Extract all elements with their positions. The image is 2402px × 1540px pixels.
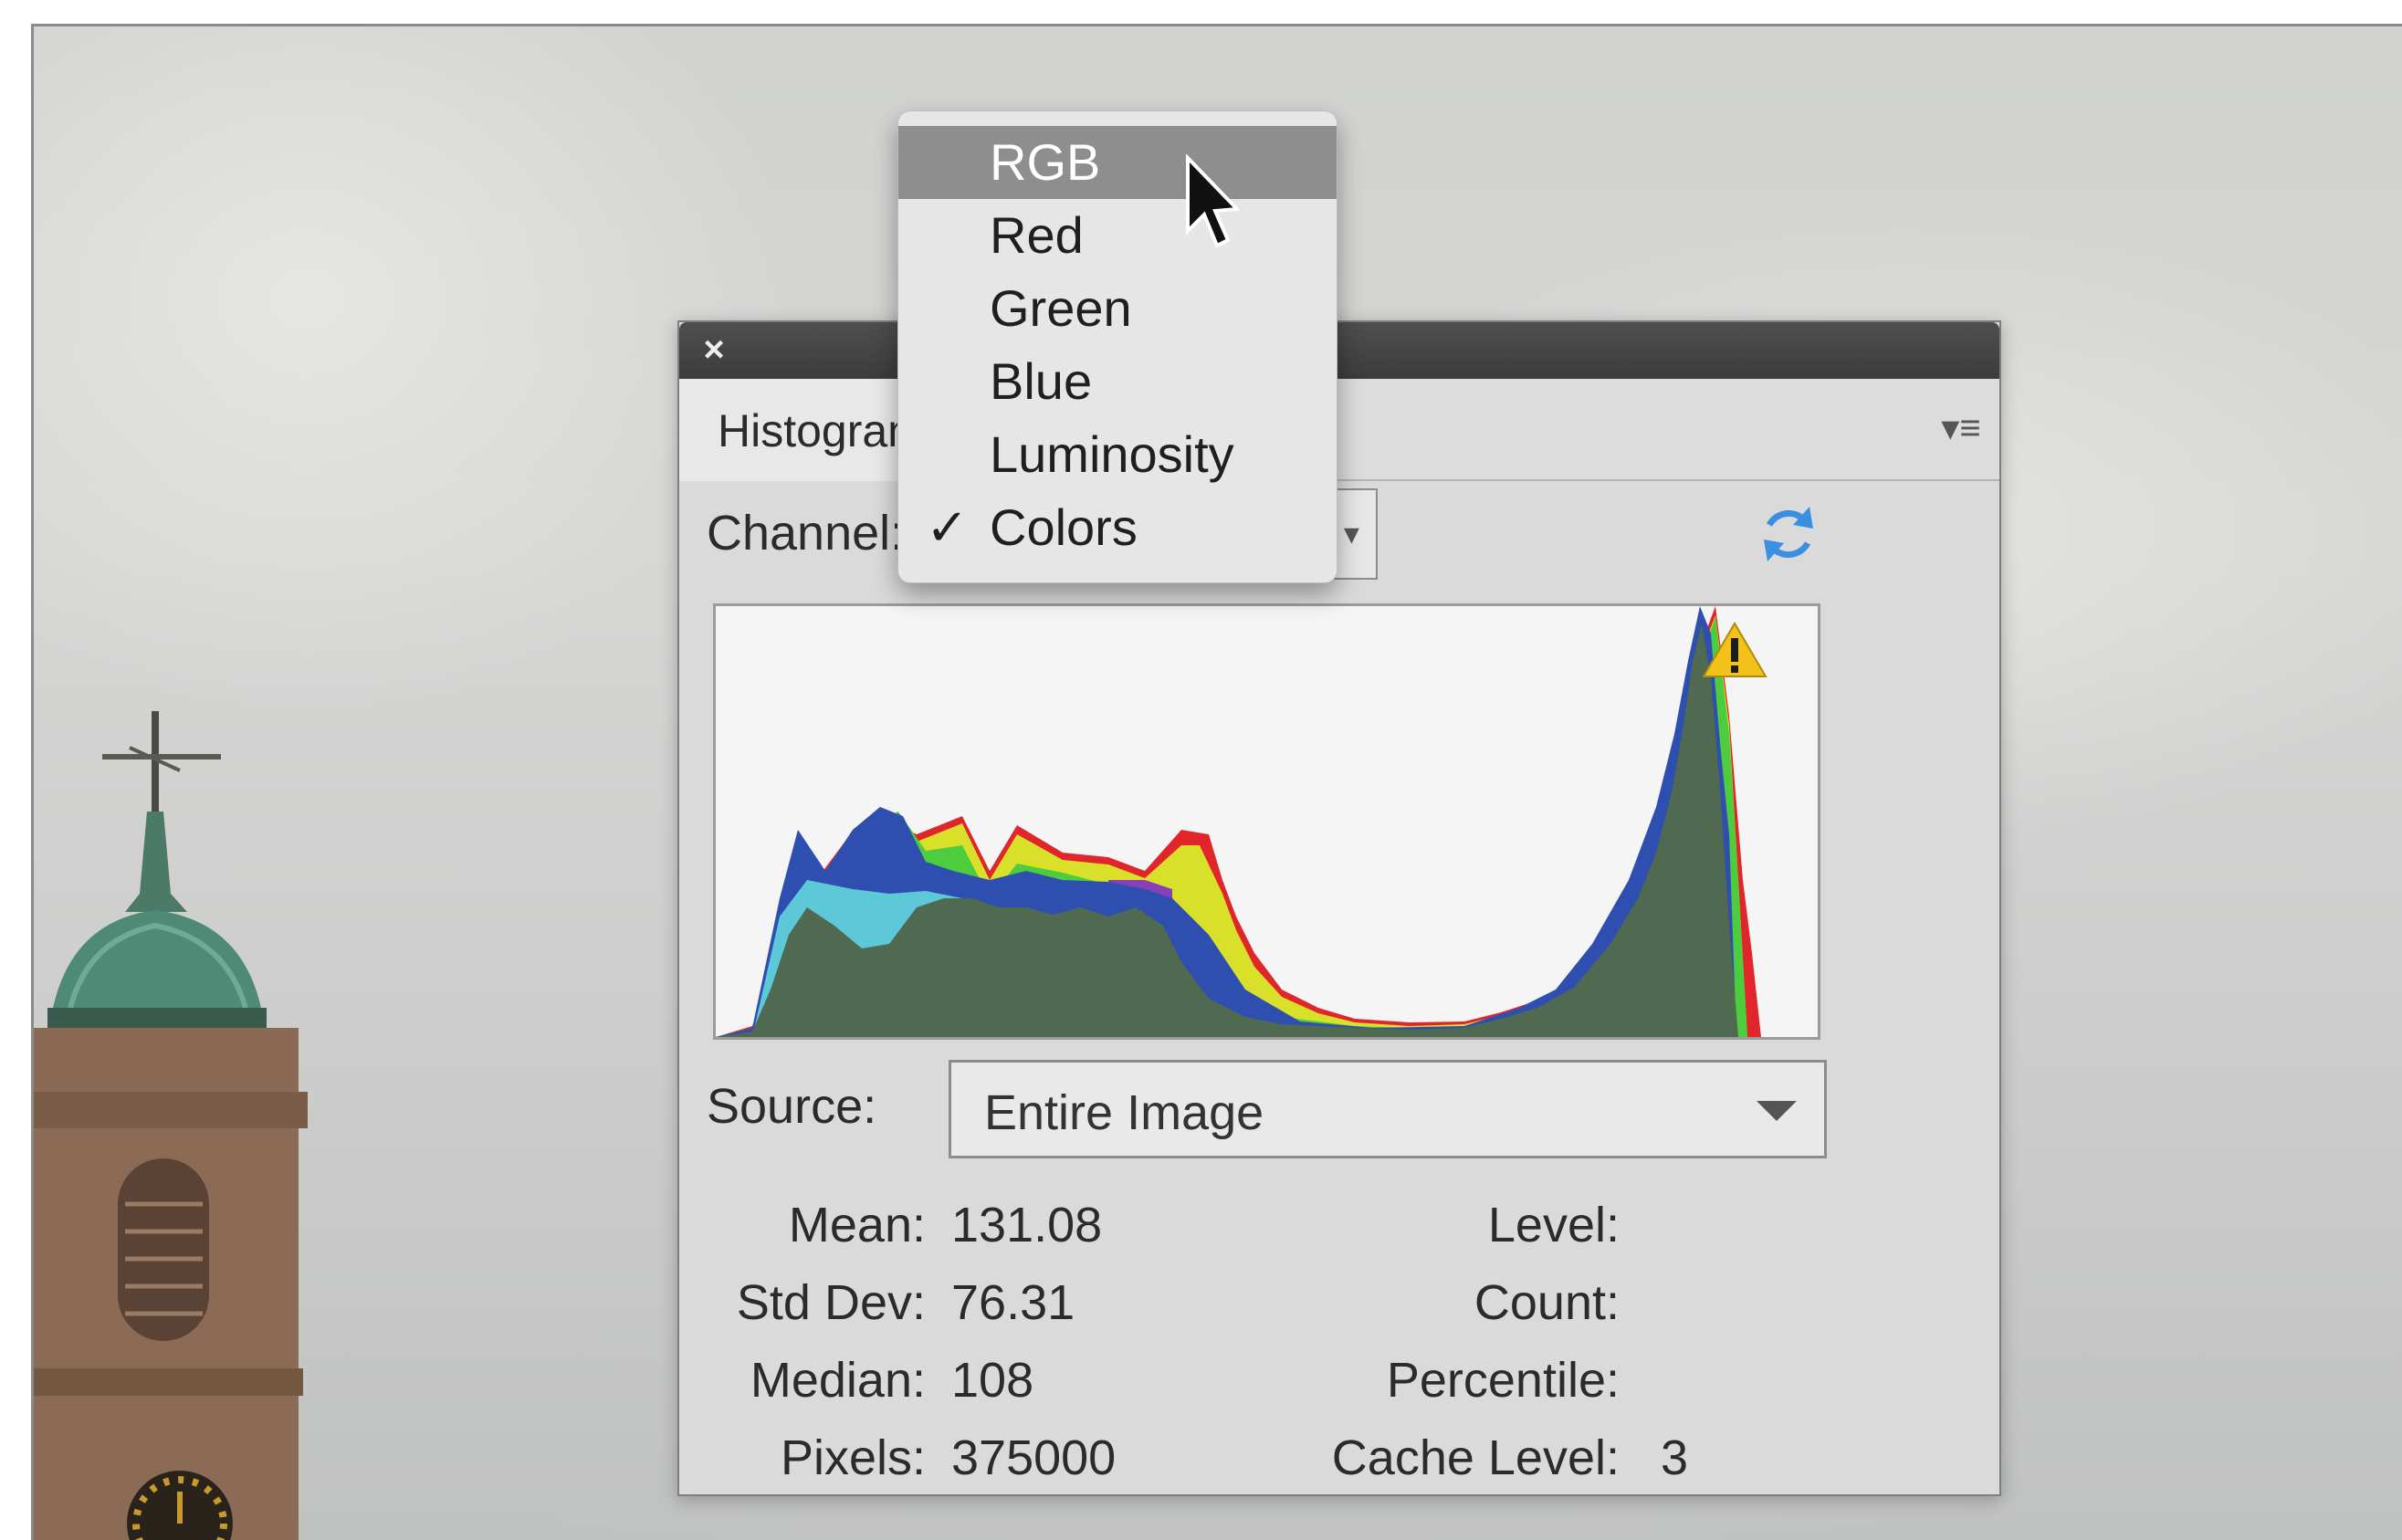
panel-menu-icon[interactable]: ▾≡ xyxy=(1939,406,1983,450)
tab-histogram-label: Histogram xyxy=(718,405,926,456)
channel-dropdown-menu: RGB Red Green Blue Luminosity ✓ Colors xyxy=(897,110,1337,583)
chevron-down-icon xyxy=(1757,1101,1797,1121)
stddev-label: Std Dev: xyxy=(736,1275,926,1330)
level-label: Level: xyxy=(1487,1198,1620,1252)
mean-label: Mean: xyxy=(788,1198,926,1252)
cache-level-value: 3 xyxy=(1661,1430,1689,1485)
close-icon[interactable]: × xyxy=(696,331,732,368)
menu-item-colors[interactable]: ✓ Colors xyxy=(898,491,1337,564)
menu-item-green[interactable]: Green xyxy=(898,272,1337,345)
percentile-label: Percentile: xyxy=(1386,1353,1620,1408)
channel-label: Channel: xyxy=(707,506,905,560)
photo-canvas: × Histogram ▾≡ Channel: ▾ Source: Entire… xyxy=(31,24,2402,1540)
median-value: 108 xyxy=(951,1353,1034,1408)
chevron-down-icon: ▾ xyxy=(1343,517,1359,551)
menu-item-luminosity[interactable]: Luminosity xyxy=(898,418,1337,491)
warning-icon xyxy=(1702,622,1767,677)
count-label: Count: xyxy=(1474,1275,1620,1330)
median-label: Median: xyxy=(750,1353,926,1408)
source-label: Source: xyxy=(707,1079,877,1134)
panel-tab-row: Histogram ▾≡ xyxy=(679,379,1999,481)
panel-titlebar[interactable]: × xyxy=(679,322,1999,379)
histogram-plot xyxy=(716,606,1761,1037)
pixels-value: 375000 xyxy=(951,1430,1117,1485)
menu-item-red[interactable]: Red xyxy=(898,199,1337,272)
stddev-value: 76.31 xyxy=(951,1275,1075,1330)
pixels-label: Pixels: xyxy=(780,1430,926,1485)
source-select[interactable]: Entire Image xyxy=(949,1060,1827,1158)
checkmark-icon: ✓ xyxy=(926,498,969,556)
histogram-panel: × Histogram ▾≡ Channel: ▾ Source: Entire… xyxy=(677,320,2001,1496)
histogram-graph xyxy=(713,603,1820,1040)
pointer-cursor-icon xyxy=(1186,154,1239,248)
menu-item-blue[interactable]: Blue xyxy=(898,345,1337,418)
source-select-value: Entire Image xyxy=(984,1085,1264,1140)
refresh-icon[interactable] xyxy=(1757,498,1820,571)
menu-item-rgb[interactable]: RGB xyxy=(898,126,1337,199)
cache-level-label: Cache Level: xyxy=(1331,1430,1620,1485)
mean-value: 131.08 xyxy=(951,1198,1103,1252)
